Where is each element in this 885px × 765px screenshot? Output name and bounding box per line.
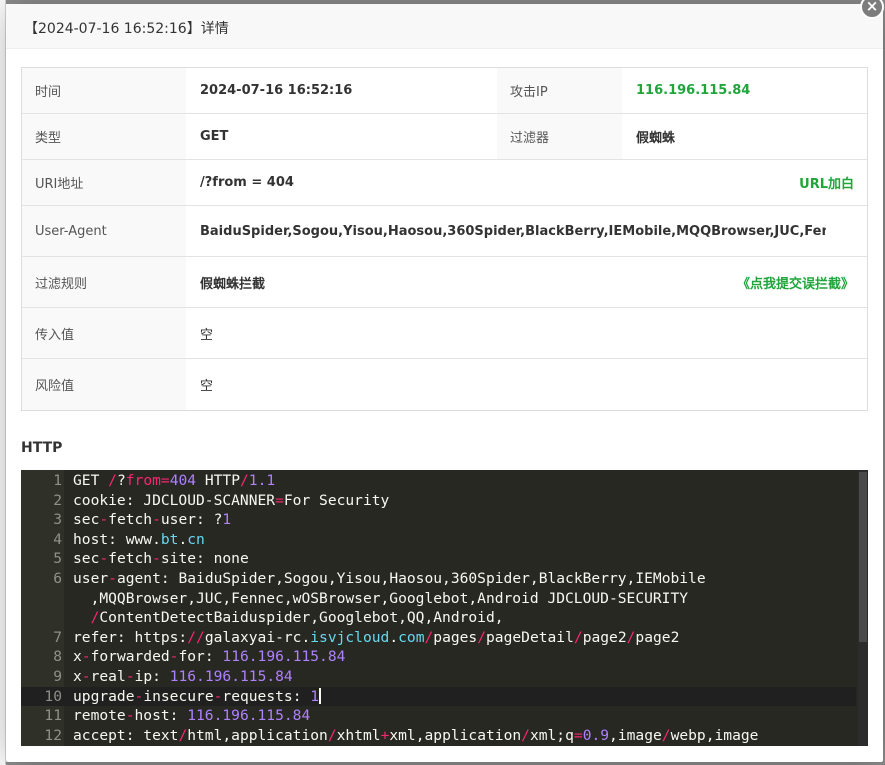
line-number: 4 xyxy=(53,530,62,548)
filter-label: 过滤器 xyxy=(497,114,622,159)
time-value: 2024-07-16 16:52:16 xyxy=(200,83,353,98)
line-number: 2 xyxy=(53,491,62,509)
row-filter-rule: 过滤规则 假蜘蛛拦截 《点我提交误拦截》 xyxy=(22,257,867,308)
type-label: 类型 xyxy=(22,114,186,159)
url-whitelist-link[interactable]: URL加白 xyxy=(799,160,854,205)
code-line: 3 sec-fetch-user: ?1 xyxy=(21,510,856,530)
risk-value-label: 风险值 xyxy=(22,359,186,410)
code-line: 4 host: www.bt.cn xyxy=(21,530,856,550)
user-agent-value: BaiduSpider,Sogou,Yisou,Haosou,360Spider… xyxy=(200,223,826,239)
code-scrollbar-thumb[interactable] xyxy=(859,472,867,642)
detail-table: 时间 2024-07-16 16:52:16 攻击IP 116.196.115.… xyxy=(21,67,868,411)
code-line-text: cookie: JDCLOUD-SCANNER=For Security xyxy=(73,491,390,509)
code-line: /ContentDetectBaiduspider,Googlebot,QQ,A… xyxy=(21,608,856,628)
input-value: 空 xyxy=(200,327,214,343)
type-value: GET xyxy=(200,129,229,144)
line-number: 6 xyxy=(53,570,62,587)
line-number: 1 xyxy=(53,472,62,489)
line-number: 5 xyxy=(53,550,62,568)
code-line: ,MQQBrowser,JUC,Fennec,wOSBrowser,Google… xyxy=(21,589,856,609)
dialog-header: 【2024-07-16 16:52:16】详情 xyxy=(6,4,883,49)
code-line-text: accept: text/html,application/xhtml+xml,… xyxy=(73,726,759,744)
text-cursor xyxy=(319,687,322,704)
code-line-text: user-agent: BaiduSpider,Sogou,Yisou,Haos… xyxy=(73,570,706,587)
code-line-text: GET /?from=404 HTTP/1.1 xyxy=(73,472,276,489)
code-line-text: /ContentDetectBaiduspider,Googlebot,QQ,A… xyxy=(90,609,504,627)
code-line-text: refer: https://galaxyai-rc.isvjcloud.com… xyxy=(73,628,680,646)
code-scrollbar[interactable] xyxy=(858,470,868,746)
row-uri: URI地址 /?from = 404 URL加白 xyxy=(22,160,867,206)
line-number: 7 xyxy=(53,628,62,646)
code-line-text: x-real-ip: 116.196.115.84 xyxy=(73,668,293,685)
code-line-text: sec-fetch-user: ?1 xyxy=(73,511,232,529)
code-line: 6 user-agent: BaiduSpider,Sogou,Yisou,Hao… xyxy=(21,569,856,589)
http-section-title: HTTP xyxy=(21,440,63,456)
code-line-text: x-forwarded-for: 116.196.115.84 xyxy=(73,648,346,666)
filter-rule-label: 过滤规则 xyxy=(22,257,186,307)
http-code-editor[interactable]: 1 GET /?from=404 HTTP/1.1 2 cookie: JDCLOUD… xyxy=(21,470,868,746)
line-number: 12 xyxy=(44,726,62,744)
row-input-value: 传入值 空 xyxy=(22,308,867,359)
code-line-text: ,MQQBrowser,JUC,Fennec,wOSBrowser,Google… xyxy=(73,589,689,607)
line-number: 11 xyxy=(44,707,62,725)
line-number: 9 xyxy=(53,668,62,685)
uri-label: URI地址 xyxy=(22,160,186,205)
row-risk-value: 风险值 空 xyxy=(22,359,867,410)
code-line: 5 sec-fetch-site: none xyxy=(21,549,856,569)
row-type: 类型 GET 过滤器 假蜘蛛 xyxy=(22,114,867,160)
line-number: 10 xyxy=(44,687,62,705)
uri-value: /?from = 404 xyxy=(200,175,294,190)
code-line: 10 upgrade-insecure-requests: 1 xyxy=(21,686,856,707)
risk-value: 空 xyxy=(200,379,214,394)
code-line-text: remote-host: 116.196.115.84 xyxy=(73,707,311,725)
row-user-agent: User-Agent BaiduSpider,Sogou,Yisou,Haoso… xyxy=(22,206,867,257)
filter-value: 假蜘蛛 xyxy=(636,131,676,146)
row-time: 时间 2024-07-16 16:52:16 攻击IP 116.196.115.… xyxy=(22,68,867,114)
input-value-label: 传入值 xyxy=(22,308,186,358)
code-line: 12 accept: text/html,application/xhtml+xm… xyxy=(21,726,856,746)
report-false-block-link[interactable]: 《点我提交误拦截》 xyxy=(737,257,854,307)
code-line: 1 GET /?from=404 HTTP/1.1 xyxy=(21,471,856,491)
code-line: 7 refer: https://galaxyai-rc.isvjcloud.co… xyxy=(21,628,856,648)
code-line: 11 remote-host: 116.196.115.84 xyxy=(21,706,856,726)
user-agent-label: User-Agent xyxy=(22,206,186,256)
ip-value: 116.196.115.84 xyxy=(636,83,751,98)
code-line-text: host: www.bt.cn xyxy=(73,530,205,548)
ip-label: 攻击IP xyxy=(497,68,622,113)
code-line: 2 cookie: JDCLOUD-SCANNER=For Security xyxy=(21,491,856,511)
line-number: 8 xyxy=(53,648,62,666)
line-number: 3 xyxy=(53,511,62,529)
time-label: 时间 xyxy=(22,68,186,113)
code-line-text: upgrade-insecure-requests: 1 xyxy=(73,687,322,705)
code-line: 9 x-real-ip: 116.196.115.84 xyxy=(21,667,856,687)
code-line-text: sec-fetch-site: none xyxy=(73,550,249,568)
filter-rule-value: 假蜘蛛拦截 xyxy=(200,276,266,292)
detail-dialog: 【2024-07-16 16:52:16】详情 时间 2024-07-16 16… xyxy=(6,4,883,762)
dialog-title: 【2024-07-16 16:52:16】详情 xyxy=(24,21,229,37)
code-line: 8 x-forwarded-for: 116.196.115.84 xyxy=(21,647,856,667)
